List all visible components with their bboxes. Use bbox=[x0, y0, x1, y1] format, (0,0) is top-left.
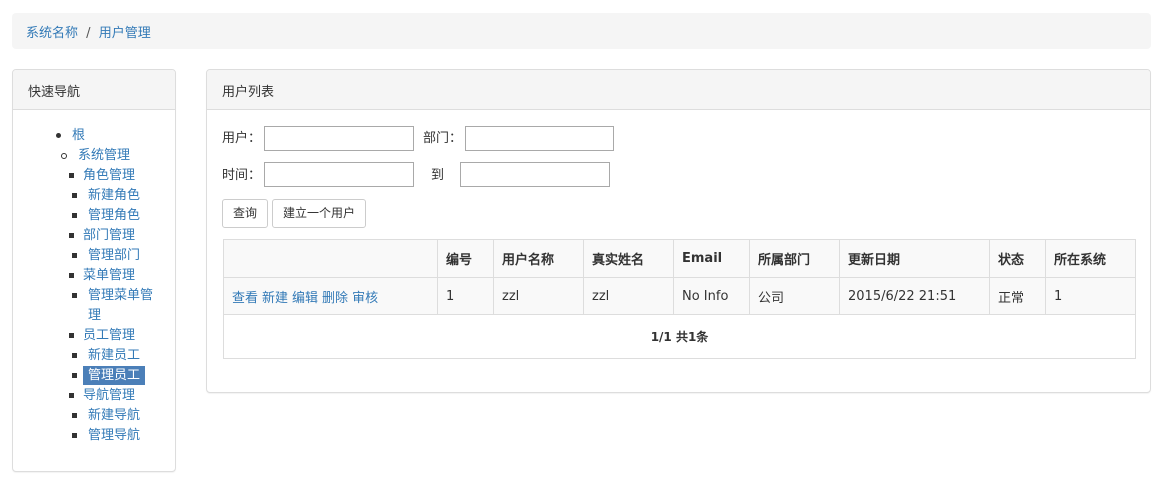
square-bullet-icon bbox=[72, 373, 77, 378]
sidebar-item-0[interactable]: 根 bbox=[72, 126, 85, 145]
user-filter-input[interactable] bbox=[264, 126, 414, 151]
quick-nav-panel: 快速导航 根系统管理 角色管理 新建角色 管理角色 部门管理 管理部门 菜单管理 管理菜单管理… bbox=[12, 69, 176, 472]
user-filter-label: 用户： bbox=[222, 131, 262, 146]
square-bullet-icon bbox=[69, 273, 74, 278]
cell-id: 1 bbox=[437, 277, 494, 315]
time-filter-label: 时间： bbox=[222, 168, 262, 183]
sidebar-item-2[interactable]: 角色管理 bbox=[83, 166, 135, 185]
square-bullet-icon bbox=[72, 253, 77, 258]
edit-link[interactable]: 编辑 bbox=[292, 291, 318, 306]
pager-text: 1/1 共1条 bbox=[223, 314, 1136, 359]
col-header-id: 编号 bbox=[437, 239, 494, 278]
user-list-panel: 用户列表 用户： 部门： 时间： 到 查询 建立一个用户 编号 用户名称 真实姓… bbox=[206, 69, 1151, 393]
square-bullet-icon bbox=[72, 433, 77, 438]
sidebar-item-11[interactable]: 管理员工 bbox=[83, 366, 146, 385]
query-button[interactable]: 查询 bbox=[222, 199, 269, 228]
cell-username: zzl bbox=[493, 277, 584, 315]
time-to-label: 到 bbox=[431, 168, 445, 183]
square-bullet-icon bbox=[72, 213, 77, 218]
square-bullet-icon bbox=[72, 413, 77, 418]
col-header-realname: 真实姓名 bbox=[583, 239, 674, 278]
sidebar-item-12[interactable]: 导航管理 bbox=[83, 386, 135, 405]
square-bullet-icon bbox=[72, 193, 77, 198]
sidebar-item-4[interactable]: 管理角色 bbox=[88, 206, 140, 225]
disc-bullet-icon bbox=[56, 133, 61, 138]
sidebar-item-5[interactable]: 部门管理 bbox=[83, 226, 135, 245]
col-header-status: 状态 bbox=[989, 239, 1046, 278]
sidebar-item-6[interactable]: 管理部门 bbox=[88, 246, 140, 265]
sidebar-item-8-line2[interactable]: 理 bbox=[88, 306, 101, 325]
col-header-updated: 更新日期 bbox=[839, 239, 990, 278]
new-link[interactable]: 新建 bbox=[262, 291, 288, 306]
square-bullet-icon bbox=[69, 233, 74, 238]
sidebar-item-3[interactable]: 新建角色 bbox=[88, 186, 140, 205]
table-header-row: 编号 用户名称 真实姓名 Email 所属部门 更新日期 状态 所在系统 bbox=[223, 239, 1136, 278]
create-user-button[interactable]: 建立一个用户 bbox=[272, 199, 367, 228]
circle-bullet-icon bbox=[61, 153, 67, 159]
quick-nav-title: 快速导航 bbox=[13, 70, 175, 110]
col-header-username: 用户名称 bbox=[493, 239, 584, 278]
sidebar-item-7[interactable]: 菜单管理 bbox=[83, 266, 135, 285]
pager-row: 1/1 共1条 bbox=[223, 314, 1136, 359]
dept-filter-label: 部门： bbox=[423, 131, 463, 146]
dept-filter-input[interactable] bbox=[465, 126, 614, 151]
table-row: 查看 新建 编辑 删除 审核 1 zzl zzl No Info 公司 2015/6/2… bbox=[223, 277, 1136, 315]
delete-link[interactable]: 删除 bbox=[322, 291, 348, 306]
cell-department: 公司 bbox=[749, 277, 840, 315]
square-bullet-icon bbox=[69, 173, 74, 178]
cell-email: No Info bbox=[673, 277, 750, 315]
cell-realname: zzl bbox=[583, 277, 674, 315]
breadcrumb-current-link[interactable]: 用户管理 bbox=[99, 26, 151, 41]
square-bullet-icon bbox=[69, 393, 74, 398]
sidebar-item-1[interactable]: 系统管理 bbox=[78, 146, 130, 165]
col-header-actions bbox=[223, 239, 438, 278]
view-link[interactable]: 查看 bbox=[232, 291, 258, 306]
audit-link[interactable]: 审核 bbox=[352, 291, 378, 306]
sidebar-item-13[interactable]: 新建导航 bbox=[88, 406, 140, 425]
user-table: 编号 用户名称 真实姓名 Email 所属部门 更新日期 状态 所在系统 查看新… bbox=[223, 239, 1136, 359]
row-actions: 查看 新建 编辑 删除 审核 bbox=[223, 277, 438, 315]
col-header-department: 所属部门 bbox=[749, 239, 840, 278]
square-bullet-icon bbox=[72, 353, 77, 358]
square-bullet-icon bbox=[69, 333, 74, 338]
user-list-title: 用户列表 bbox=[207, 70, 1150, 110]
col-header-system: 所在系统 bbox=[1045, 239, 1136, 278]
sidebar-item-14[interactable]: 管理导航 bbox=[88, 426, 140, 445]
col-header-email: Email bbox=[673, 239, 750, 278]
square-bullet-icon bbox=[72, 293, 77, 298]
breadcrumb: 系统名称 / 用户管理 bbox=[12, 13, 1151, 49]
sidebar-item-9[interactable]: 员工管理 bbox=[83, 326, 135, 345]
time-from-input[interactable] bbox=[264, 162, 414, 187]
sidebar-item-8[interactable]: 管理菜单管 bbox=[88, 286, 153, 305]
breadcrumb-separator: / bbox=[86, 26, 91, 41]
time-to-input[interactable] bbox=[460, 162, 610, 187]
cell-system: 1 bbox=[1045, 277, 1136, 315]
sidebar-item-10[interactable]: 新建员工 bbox=[88, 346, 140, 365]
cell-status: 正常 bbox=[989, 277, 1046, 315]
cell-updated: 2015/6/22 21:51 bbox=[839, 277, 990, 315]
breadcrumb-system-link[interactable]: 系统名称 bbox=[26, 26, 78, 41]
